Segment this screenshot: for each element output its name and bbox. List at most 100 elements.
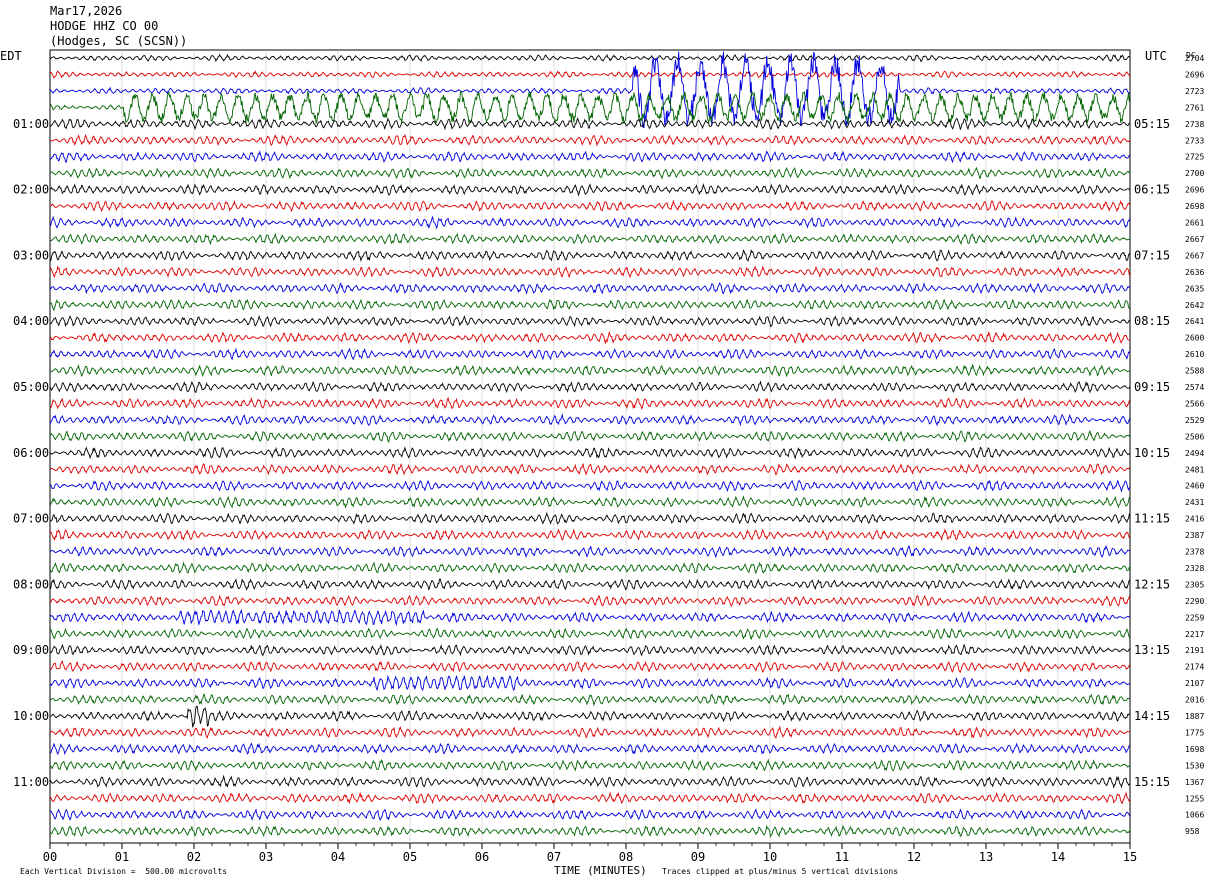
x-tick-label: 14 xyxy=(1051,850,1065,864)
scale-note: Each Vertical Division = 500.00 microvol… xyxy=(20,867,228,876)
seismic-trace xyxy=(49,298,1131,312)
x-tick-label: 00 xyxy=(43,850,57,864)
seismic-trace xyxy=(49,578,1131,591)
seismic-trace xyxy=(49,363,1131,378)
utc-hour-labels: 05:15 06:15 07:15 08:15 09:15 10:15 11:15 12:15… xyxy=(1134,117,1170,789)
dc-offset-labels: 2704269627232761273827332725270026962698… xyxy=(1185,54,1204,836)
dc-offset-label: 2636 xyxy=(1185,268,1204,277)
seismic-trace xyxy=(49,660,1131,674)
x-tick-label: 13 xyxy=(979,850,993,864)
x-tick-label: 07 xyxy=(547,850,561,864)
x-tick-label: 10 xyxy=(763,850,777,864)
seismic-trace xyxy=(49,199,1131,213)
seismic-trace xyxy=(49,495,1131,509)
dc-offset-label: 2431 xyxy=(1185,498,1204,507)
seismic-trace xyxy=(50,314,1131,328)
x-tick-label: 09 xyxy=(691,850,705,864)
seismic-trace xyxy=(49,166,1131,180)
dc-offset-label: 2635 xyxy=(1185,284,1204,293)
seismic-trace xyxy=(49,674,1131,692)
seismic-trace xyxy=(49,215,1131,230)
x-tick-label: 06 xyxy=(475,850,489,864)
dc-offset-label: 2506 xyxy=(1185,432,1204,441)
seismic-trace xyxy=(49,742,1131,756)
utc-hour-label: 15:15 xyxy=(1134,775,1170,789)
dc-offset-label: 2460 xyxy=(1185,482,1204,491)
dc-offset-label: 2661 xyxy=(1185,219,1204,228)
helicorder-plot: 00 01 02 03 04 05 06 07 08 09 10 11 12 13 14 15 01:00 02… xyxy=(0,49,1204,877)
edt-hour-label: 09:00 xyxy=(13,643,49,657)
dc-offset-label: 2738 xyxy=(1185,120,1204,129)
utc-hour-label: 14:15 xyxy=(1134,709,1170,723)
utc-hour-label: 09:15 xyxy=(1134,380,1170,394)
seismic-trace xyxy=(49,249,1131,263)
seismic-trace xyxy=(49,380,1131,394)
dc-offset-label: 2016 xyxy=(1185,696,1204,705)
seismic-trace xyxy=(49,774,1131,789)
dc-offset-label: 2378 xyxy=(1185,548,1204,557)
edt-hour-label: 07:00 xyxy=(13,512,49,526)
dc-offset-label: 2761 xyxy=(1185,103,1204,112)
seismic-trace xyxy=(49,528,1131,542)
edt-hour-label: 05:00 xyxy=(13,380,49,394)
plot-frame xyxy=(49,49,1131,844)
x-tick-label: 15 xyxy=(1123,850,1137,864)
seismic-traces xyxy=(49,51,1131,838)
seismic-trace xyxy=(49,133,1131,147)
utc-hour-label: 08:15 xyxy=(1134,314,1170,328)
header-date: Mar17,2026 xyxy=(50,4,123,18)
edt-hour-label: 02:00 xyxy=(13,183,49,197)
dc-offset-label: 2191 xyxy=(1185,646,1204,655)
seismic-trace xyxy=(49,758,1131,772)
seismic-trace xyxy=(49,705,1131,728)
x-tick-label: 05 xyxy=(403,850,417,864)
dc-offset-label: 2700 xyxy=(1185,169,1204,178)
seismic-trace xyxy=(49,627,1131,641)
utc-hour-label: 06:15 xyxy=(1134,183,1170,197)
edt-hour-label: 03:00 xyxy=(13,248,49,262)
dc-label: DC xyxy=(1186,51,1196,60)
edt-hour-label: 10:00 xyxy=(13,709,49,723)
dc-offset-label: 2328 xyxy=(1185,564,1204,573)
edt-hour-labels: 01:00 02:00 03:00 04:00 05:00 06:00 07:00 08:00… xyxy=(13,117,49,789)
x-tick-label: 02 xyxy=(187,850,201,864)
dc-offset-label: 2387 xyxy=(1185,531,1204,540)
dc-offset-label: 2696 xyxy=(1185,186,1204,195)
seismic-trace xyxy=(49,183,1131,197)
x-tick-label: 08 xyxy=(619,850,633,864)
dc-offset-label: 2416 xyxy=(1185,515,1204,524)
dc-offset-label: 2305 xyxy=(1185,580,1204,589)
dc-offset-label: 2723 xyxy=(1185,87,1204,96)
seismic-trace xyxy=(49,330,1131,345)
dc-offset-label: 2481 xyxy=(1185,465,1204,474)
dc-offset-label: 2574 xyxy=(1185,383,1204,392)
seismic-trace xyxy=(49,396,1131,410)
seismic-trace xyxy=(49,808,1131,821)
seismic-trace xyxy=(49,232,1131,246)
header-location: (Hodges, SC (SCSN)) xyxy=(50,34,188,48)
seismic-trace xyxy=(49,693,1131,707)
seismic-trace xyxy=(49,725,1131,739)
dc-offset-label: 2610 xyxy=(1185,350,1204,359)
seismic-trace xyxy=(49,643,1131,657)
seismic-trace xyxy=(49,413,1131,427)
x-axis-title: TIME (MINUTES) xyxy=(554,864,647,877)
utc-hour-label: 11:15 xyxy=(1134,512,1170,526)
clip-note: Traces clipped at plus/minus 5 vertical … xyxy=(662,867,899,876)
dc-offset-label: 1530 xyxy=(1185,761,1204,770)
header-station: HODGE HHZ CO 00 xyxy=(50,19,159,33)
seismic-trace xyxy=(49,791,1131,805)
dc-offset-label: 2642 xyxy=(1185,301,1204,310)
edt-axis-label: EDT xyxy=(0,49,22,63)
edt-hour-label: 08:00 xyxy=(13,577,49,591)
x-axis: 00 01 02 03 04 05 06 07 08 09 10 11 12 13 14 15 xyxy=(43,843,1137,864)
seismic-trace xyxy=(49,544,1131,559)
seismic-trace xyxy=(49,90,1131,125)
dc-offset-label: 958 xyxy=(1185,827,1200,836)
seismic-trace xyxy=(49,282,1131,295)
dc-offset-label: 1775 xyxy=(1185,728,1204,737)
dc-offset-label: 2696 xyxy=(1185,70,1204,79)
seismic-trace xyxy=(49,561,1131,575)
dc-offset-label: 2174 xyxy=(1185,663,1204,672)
utc-hour-label: 12:15 xyxy=(1134,577,1170,591)
